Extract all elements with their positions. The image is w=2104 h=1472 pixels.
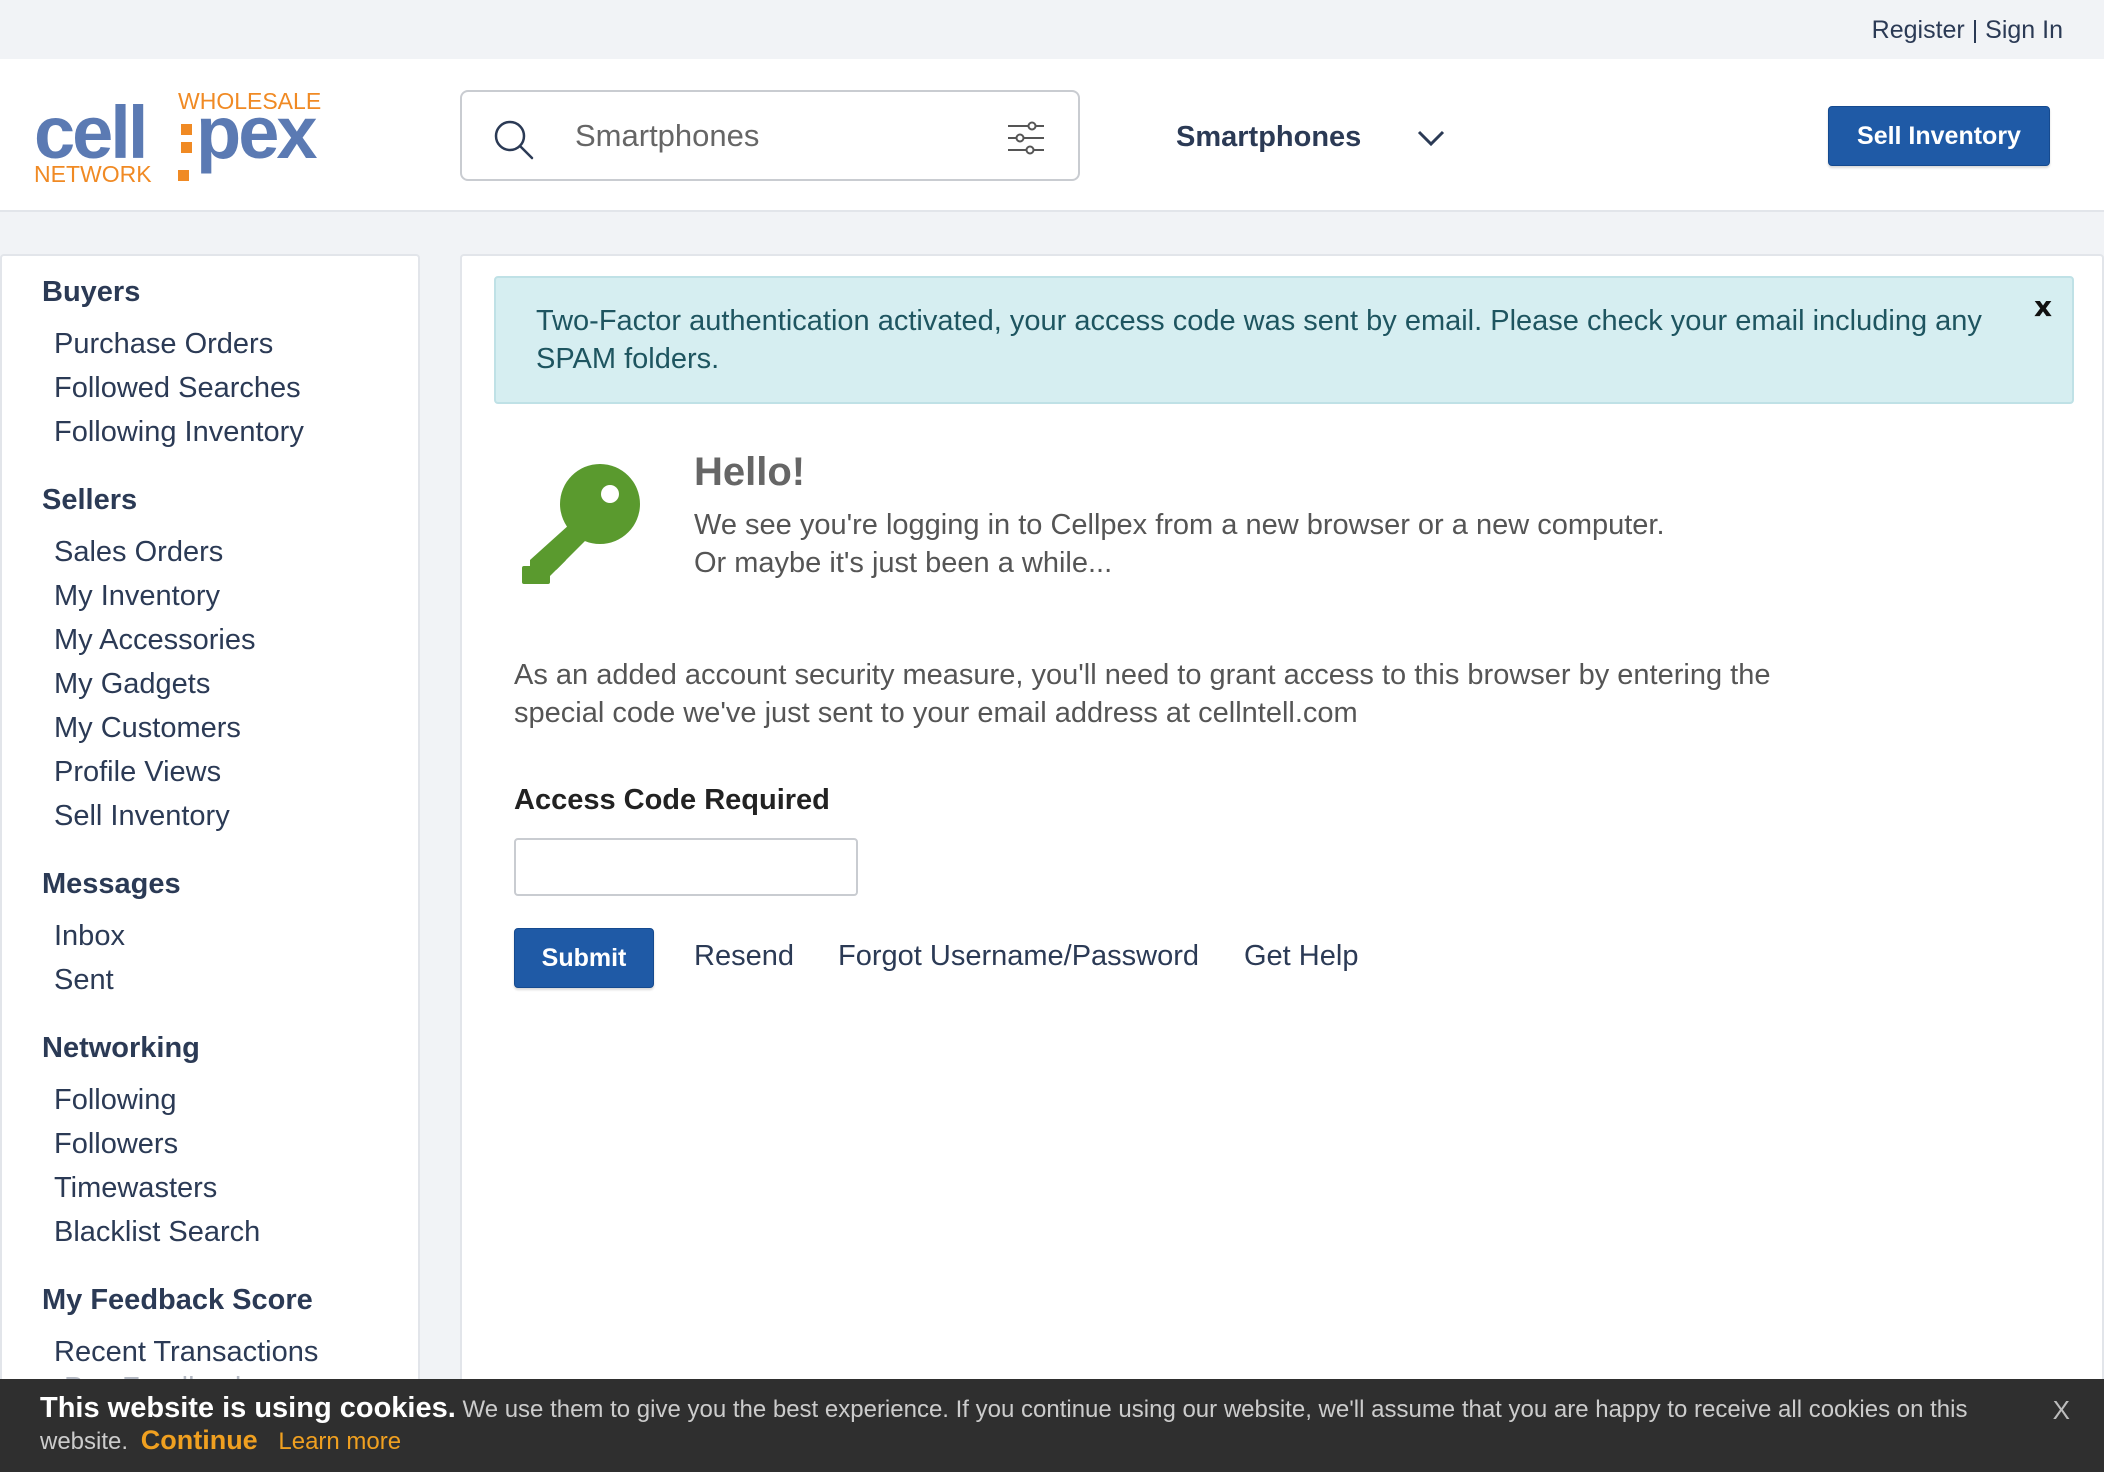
sidebar-item-sales-orders[interactable]: Sales Orders bbox=[42, 532, 255, 576]
filter-icon[interactable] bbox=[1006, 118, 1046, 158]
search-input[interactable] bbox=[575, 112, 955, 160]
alert-text: Two-Factor authentication activated, you… bbox=[536, 305, 1982, 375]
sidebar-title-buyers: Buyers bbox=[42, 276, 141, 308]
cellpex-logo[interactable]: WHOLESALE cell pex NETWORK bbox=[34, 88, 348, 186]
sidebar-item-timewasters[interactable]: Timewasters bbox=[42, 1168, 260, 1212]
auth-links: Register | Sign In bbox=[1872, 16, 2063, 45]
sidebar-item-my-gadgets[interactable]: My Gadgets bbox=[42, 664, 255, 708]
sidebar-item-sell-inventory[interactable]: Sell Inventory bbox=[42, 796, 255, 840]
category-selected: Smartphones bbox=[1176, 121, 1362, 153]
two-factor-alert: Two-Factor authentication activated, you… bbox=[494, 276, 2074, 404]
main-panel: Two-Factor authentication activated, you… bbox=[460, 254, 2104, 1472]
sidebar-item-following[interactable]: Following bbox=[42, 1080, 260, 1124]
site-header: WHOLESALE cell pex NETWORK Smartphones S… bbox=[0, 59, 2104, 212]
access-code-label: Access Code Required bbox=[514, 784, 830, 816]
intro-line-1: We see you're logging in to Cellpex from… bbox=[694, 509, 1665, 541]
cookie-close-button[interactable]: X bbox=[2053, 1395, 2070, 1425]
logo-square-top bbox=[181, 124, 192, 135]
sidebar-item-my-customers[interactable]: My Customers bbox=[42, 708, 255, 752]
sidebar-item-recent-transactions[interactable]: Recent Transactions bbox=[42, 1332, 318, 1376]
key-icon bbox=[522, 464, 640, 584]
logo-square-base bbox=[178, 170, 189, 181]
category-dropdown[interactable]: Smartphones bbox=[1176, 121, 1445, 161]
sidebar-title-messages: Messages bbox=[42, 868, 181, 900]
cookie-continue-button[interactable]: Continue bbox=[141, 1425, 258, 1455]
alert-close-button[interactable]: x bbox=[2034, 288, 2052, 326]
logo-network: NETWORK bbox=[34, 161, 152, 186]
sign-in-link[interactable]: Sign In bbox=[1985, 16, 2063, 44]
sidebar-group-networking: Networking Following Followers Timewaste… bbox=[42, 1030, 260, 1256]
intro-line-2: Or maybe it's just been a while... bbox=[694, 547, 1113, 579]
chevron-down-icon bbox=[1417, 130, 1445, 147]
sidebar-item-sent[interactable]: Sent bbox=[42, 960, 181, 1004]
get-help-link[interactable]: Get Help bbox=[1244, 940, 1358, 973]
sidebar-item-my-accessories[interactable]: My Accessories bbox=[42, 620, 255, 664]
sidebar: Buyers Purchase Orders Followed Searches… bbox=[0, 254, 420, 1472]
cookie-title: This website is using cookies. bbox=[40, 1392, 456, 1424]
top-bar: Register | Sign In bbox=[0, 0, 2104, 59]
forgot-credentials-link[interactable]: Forgot Username/Password bbox=[838, 940, 1199, 973]
sidebar-group-buyers: Buyers Purchase Orders Followed Searches… bbox=[42, 274, 304, 456]
sidebar-group-sellers: Sellers Sales Orders My Inventory My Acc… bbox=[42, 482, 255, 840]
intro-text: We see you're logging in to Cellpex from… bbox=[694, 506, 1794, 582]
sell-inventory-button[interactable]: Sell Inventory bbox=[1828, 106, 2050, 166]
cookie-banner: This website is using cookies. We use th… bbox=[0, 1379, 2104, 1472]
sidebar-title-sellers: Sellers bbox=[42, 484, 138, 516]
access-code-input[interactable] bbox=[514, 838, 858, 896]
sidebar-title-networking: Networking bbox=[42, 1032, 200, 1064]
register-link[interactable]: Register bbox=[1872, 16, 1965, 44]
sidebar-item-followers[interactable]: Followers bbox=[42, 1124, 260, 1168]
auth-separator: | bbox=[1971, 16, 1979, 44]
sidebar-item-my-inventory[interactable]: My Inventory bbox=[42, 576, 255, 620]
logo-pex: pex bbox=[196, 91, 317, 174]
cookie-learn-more-link[interactable]: Learn more bbox=[278, 1428, 401, 1455]
submit-button[interactable]: Submit bbox=[514, 928, 654, 988]
resend-link[interactable]: Resend bbox=[694, 940, 794, 973]
search-box bbox=[460, 90, 1080, 181]
sidebar-item-blacklist-search[interactable]: Blacklist Search bbox=[42, 1212, 260, 1256]
security-measure-text: As an added account security measure, yo… bbox=[514, 659, 1771, 729]
search-icon[interactable] bbox=[492, 118, 534, 160]
sidebar-item-followed-searches[interactable]: Followed Searches bbox=[42, 368, 304, 412]
sidebar-item-inbox[interactable]: Inbox bbox=[42, 916, 181, 960]
sidebar-item-profile-views[interactable]: Profile Views bbox=[42, 752, 255, 796]
hello-heading: Hello! bbox=[694, 450, 806, 494]
logo-square-bottom bbox=[181, 142, 192, 153]
sidebar-group-messages: Messages Inbox Sent bbox=[42, 866, 181, 1004]
sidebar-item-purchase-orders[interactable]: Purchase Orders bbox=[42, 324, 304, 368]
sidebar-title-feedback: My Feedback Score bbox=[42, 1284, 313, 1316]
sidebar-group-feedback: My Feedback Score Recent Transactions bbox=[42, 1282, 318, 1376]
sidebar-item-following-inventory[interactable]: Following Inventory bbox=[42, 412, 304, 456]
